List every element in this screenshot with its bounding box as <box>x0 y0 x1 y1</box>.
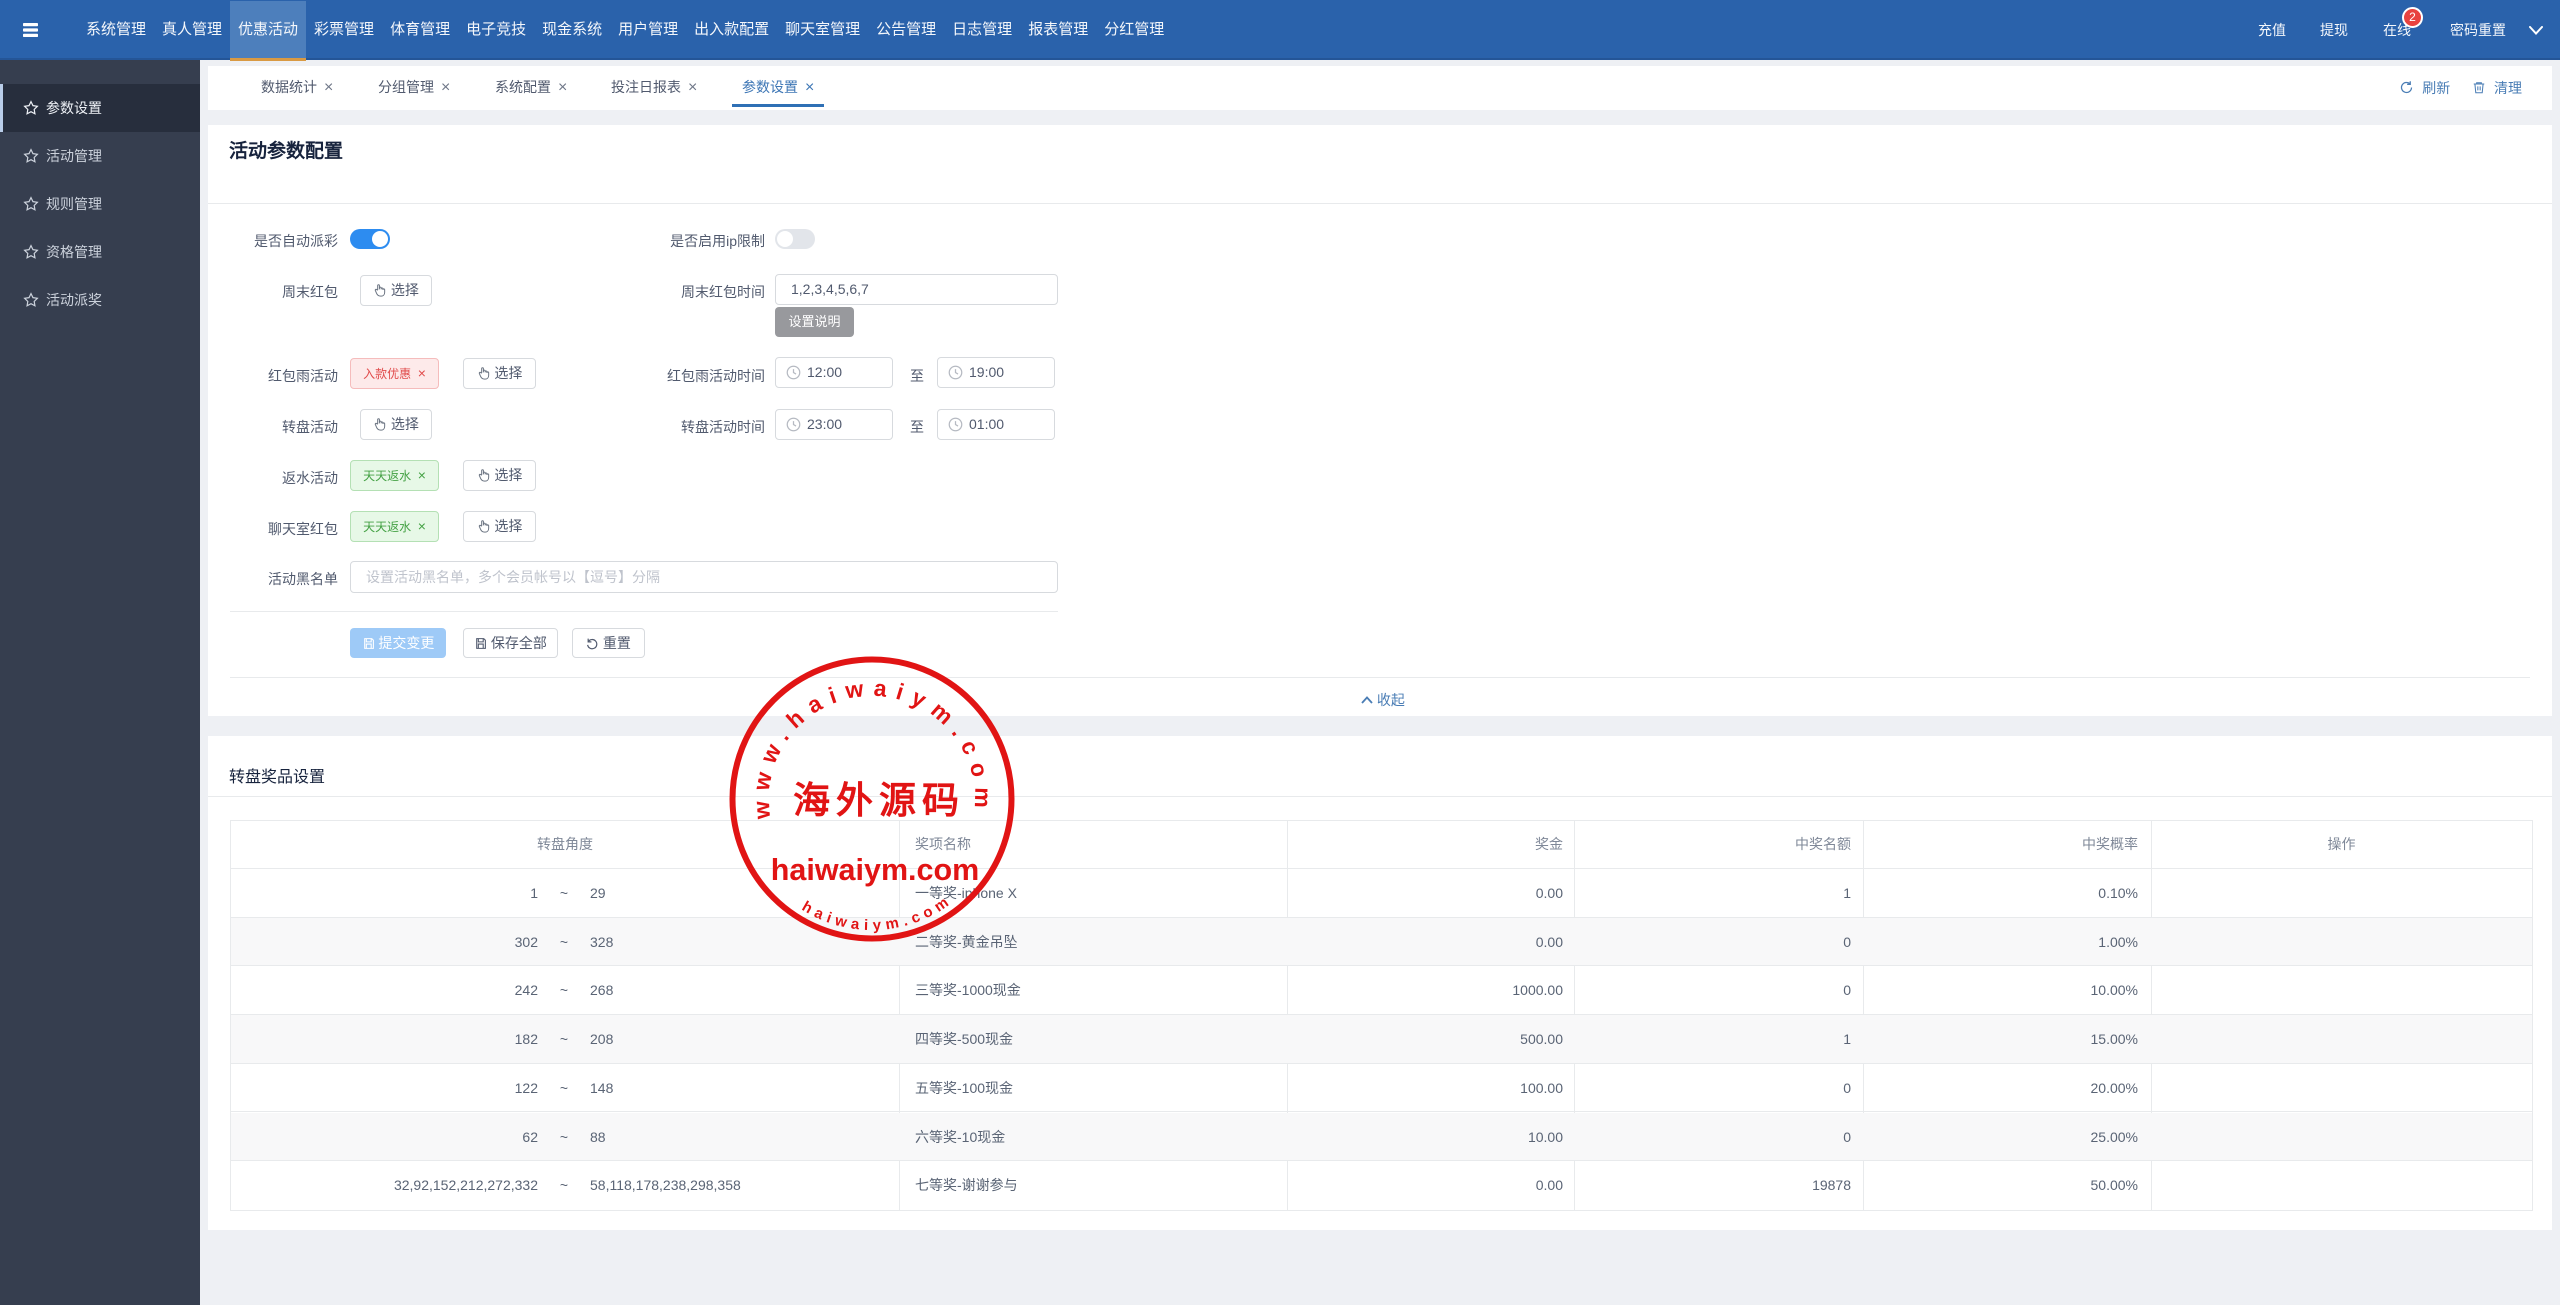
svg-text:海外源码: 海外源码 <box>793 780 965 822</box>
svg-text:haiwaiym.com: haiwaiym.com <box>771 853 980 887</box>
